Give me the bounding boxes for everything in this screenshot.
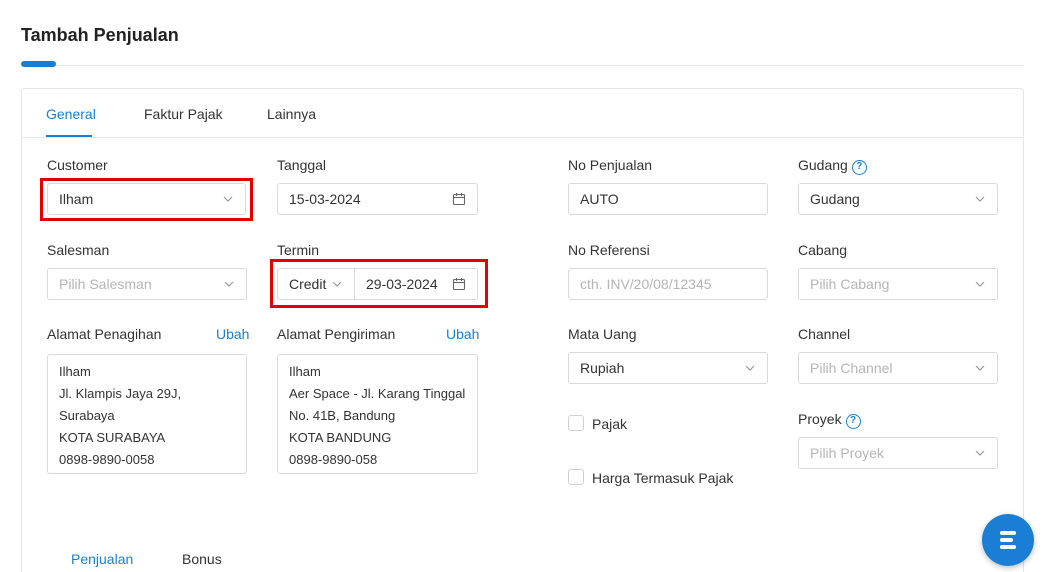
no-penjualan-label: No Penjualan — [568, 157, 653, 173]
no-referensi-placeholder: cth. INV/20/08/12345 — [580, 276, 712, 292]
cabang-select[interactable]: Pilih Cabang — [798, 268, 998, 300]
proyek-placeholder: Pilih Proyek — [810, 445, 884, 461]
address-line: Aer Space - Jl. Karang Tinggal — [289, 386, 466, 401]
address-line: Surabaya — [59, 408, 115, 423]
chevron-down-icon — [975, 196, 985, 202]
salesman-select[interactable]: Pilih Salesman — [47, 268, 247, 300]
termin-highlight-box — [270, 259, 488, 308]
gudang-select[interactable]: Gudang — [798, 183, 998, 215]
tab-bar: General Faktur Pajak Lainnya — [22, 89, 1023, 138]
tanggal-date-input[interactable]: 15-03-2024 — [277, 183, 478, 215]
channel-label: Channel — [798, 326, 851, 342]
chevron-down-icon — [975, 450, 985, 456]
ubah-penagihan-link[interactable]: Ubah — [216, 326, 249, 342]
title-divider — [56, 65, 1024, 66]
address-line: KOTA SURABAYA — [59, 430, 166, 445]
no-referensi-input[interactable]: cth. INV/20/08/12345 — [568, 268, 768, 300]
harga-termasuk-pajak-checkbox[interactable] — [568, 469, 584, 485]
alamat-penagihan-label: Alamat Penagihan — [47, 326, 162, 342]
help-icon[interactable]: ? — [851, 160, 867, 175]
title-underline-bar — [21, 61, 56, 67]
chevron-down-icon — [975, 281, 985, 287]
tab-general[interactable]: General — [46, 106, 96, 122]
address-line: Ilham — [59, 364, 91, 379]
page-title: Tambah Penjualan — [21, 25, 179, 45]
tab-lainnya[interactable]: Lainnya — [267, 106, 316, 122]
alamat-penagihan-box[interactable]: Ilham Jl. Klampis Jaya 29J, Surabaya KOT… — [47, 354, 247, 474]
chat-button[interactable] — [982, 514, 1034, 566]
proyek-label-text: Proyek — [798, 411, 842, 427]
subtab-bonus[interactable]: Bonus — [182, 551, 222, 567]
ubah-pengiriman-link[interactable]: Ubah — [446, 326, 479, 342]
proyek-label: Proyek? — [798, 411, 861, 429]
subtab-penjualan[interactable]: Penjualan — [71, 551, 133, 567]
no-penjualan-value: AUTO — [580, 191, 619, 207]
harga-termasuk-pajak-label: Harga Termasuk Pajak — [592, 470, 734, 486]
customer-label: Customer — [47, 157, 108, 173]
chevron-down-icon — [224, 281, 234, 287]
address-line: 0898-9890-058 — [289, 452, 378, 467]
channel-placeholder: Pilih Channel — [810, 360, 893, 376]
channel-select[interactable]: Pilih Channel — [798, 352, 998, 384]
tanggal-label: Tanggal — [277, 157, 327, 173]
active-tab-indicator — [46, 135, 92, 137]
salesman-placeholder: Pilih Salesman — [59, 276, 152, 292]
chevron-down-icon — [975, 365, 985, 371]
address-line: 0898-9890-0058 — [59, 452, 155, 467]
alamat-pengiriman-label: Alamat Pengiriman — [277, 326, 396, 342]
gudang-label-text: Gudang — [798, 157, 848, 173]
alamat-pengiriman-box[interactable]: Ilham Aer Space - Jl. Karang Tinggal No.… — [277, 354, 478, 474]
form-card: General Faktur Pajak Lainnya — [21, 88, 1024, 572]
help-icon[interactable]: ? — [845, 414, 861, 429]
pajak-checkbox[interactable] — [568, 415, 584, 431]
chevron-down-icon — [745, 365, 755, 371]
proyek-select[interactable]: Pilih Proyek — [798, 437, 998, 469]
address-line: Jl. Klampis Jaya 29J, — [59, 386, 182, 401]
no-referensi-label: No Referensi — [568, 242, 650, 258]
gudang-label: Gudang? — [798, 157, 867, 175]
tanggal-value: 15-03-2024 — [289, 191, 361, 207]
customer-highlight-box — [40, 178, 253, 221]
mata-uang-value: Rupiah — [580, 360, 625, 376]
mata-uang-label: Mata Uang — [568, 326, 637, 342]
cabang-label: Cabang — [798, 242, 848, 258]
chat-icon — [1000, 531, 1016, 549]
address-line: No. 41B, Bandung — [289, 408, 396, 423]
tab-faktur-pajak[interactable]: Faktur Pajak — [144, 106, 223, 122]
address-line: KOTA BANDUNG — [289, 430, 392, 445]
termin-label: Termin — [277, 242, 320, 258]
calendar-icon[interactable] — [452, 192, 466, 206]
cabang-placeholder: Pilih Cabang — [810, 276, 890, 292]
mata-uang-select[interactable]: Rupiah — [568, 352, 768, 384]
pajak-label: Pajak — [592, 416, 628, 432]
salesman-label: Salesman — [47, 242, 110, 258]
address-line: Ilham — [289, 364, 321, 379]
no-penjualan-input[interactable]: AUTO — [568, 183, 768, 215]
gudang-value: Gudang — [810, 191, 860, 207]
